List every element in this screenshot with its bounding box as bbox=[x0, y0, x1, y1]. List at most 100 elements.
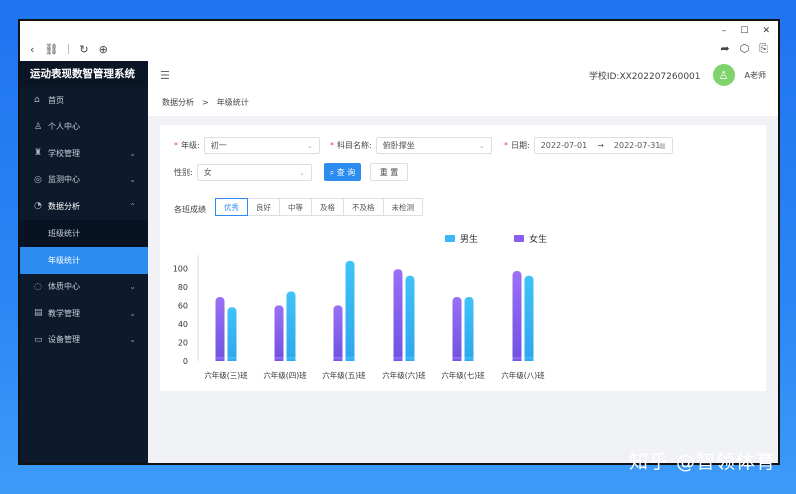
required-mark: * bbox=[330, 141, 334, 150]
globe-icon[interactable]: ⊕ bbox=[99, 43, 108, 56]
search-button[interactable]: ⌕ 查 询 bbox=[324, 163, 361, 181]
gender-value: 女 bbox=[203, 168, 212, 177]
grade-filter: * 年级: 初一 ⌄ bbox=[174, 137, 320, 154]
cube-icon[interactable]: ⬡ bbox=[740, 42, 750, 56]
device-icon: ▭ bbox=[34, 334, 43, 345]
sidebar-item-teaching[interactable]: ▤ 教学管理 ⌄ bbox=[20, 300, 148, 327]
school-id: 学校ID:XX202207260001 bbox=[588, 71, 701, 82]
required-mark: * bbox=[504, 141, 508, 150]
bar-series-2 bbox=[227, 307, 237, 361]
maximize-icon[interactable]: ☐ bbox=[740, 26, 748, 36]
bar-base bbox=[227, 357, 237, 361]
tab-medium[interactable]: 中等 bbox=[279, 198, 312, 216]
sidebar-item-label: 学校管理 bbox=[48, 148, 80, 158]
chevron-up-icon: ⌃ bbox=[129, 201, 136, 211]
subject-select[interactable]: 俯卧撑坐 ⌄ bbox=[375, 137, 492, 154]
legend-label: 男生 bbox=[460, 233, 478, 245]
bar-base bbox=[512, 357, 522, 361]
level-tabs: 优秀 良好 中等 及格 不及格 未检测 bbox=[215, 198, 423, 216]
chevron-down-icon: ⌄ bbox=[129, 335, 136, 345]
menu-collapse-icon[interactable]: ☰ bbox=[160, 69, 170, 82]
bar-base bbox=[215, 357, 225, 361]
extension-icon[interactable]: ⎘ bbox=[759, 42, 768, 56]
tab-pass[interactable]: 及格 bbox=[311, 198, 344, 216]
sidebar-item-school[interactable]: ♜ 学校管理 ⌄ bbox=[20, 140, 148, 167]
bar-series-2 bbox=[405, 275, 415, 361]
chevron-down-icon: ⌄ bbox=[478, 141, 485, 150]
home-icon: ⌂ bbox=[34, 95, 40, 106]
y-tick-label: 0 bbox=[183, 357, 188, 366]
gender-select[interactable]: 女 ⌄ bbox=[196, 164, 312, 181]
back-icon[interactable]: ‹ bbox=[30, 43, 34, 56]
watermark: 知乎 @智领体育 bbox=[628, 451, 776, 473]
grade-select[interactable]: 初一 ⌄ bbox=[203, 137, 320, 154]
sidebar-item-monitor[interactable]: ◎ 监测中心 ⌄ bbox=[20, 167, 148, 194]
chevron-down-icon: ⌄ bbox=[306, 141, 313, 150]
tab-good[interactable]: 良好 bbox=[247, 198, 280, 216]
avatar[interactable]: ♙ bbox=[712, 64, 735, 86]
x-tick-label: 六年级(四)班 bbox=[263, 370, 307, 380]
bar-base bbox=[274, 357, 284, 361]
bar-base bbox=[393, 357, 403, 361]
chevron-down-icon: ⌄ bbox=[129, 282, 136, 292]
sidebar-item-devices[interactable]: ▭ 设备管理 ⌄ bbox=[20, 327, 148, 354]
sidebar-subitem-class-stats[interactable]: 班级统计 bbox=[20, 219, 148, 247]
calendar-icon: ▦ bbox=[659, 141, 666, 150]
sidebar-item-label: 教学管理 bbox=[48, 308, 80, 318]
reset-button[interactable]: 重 置 bbox=[370, 163, 408, 181]
bar-series-1 bbox=[512, 271, 522, 361]
sidebar-item-analysis[interactable]: ◔ 数据分析 ⌃ bbox=[20, 193, 148, 220]
legend-swatch bbox=[445, 235, 455, 242]
required-mark: * bbox=[174, 141, 178, 150]
sidebar-item-label: 首页 bbox=[48, 95, 64, 105]
subject-filter: * 科目名称: 俯卧撑坐 ⌄ bbox=[330, 137, 492, 154]
x-tick-label: 六年级(八)班 bbox=[501, 370, 545, 380]
date-end: 2022-07-31 bbox=[613, 141, 661, 150]
link-icon[interactable]: ⛓ bbox=[44, 43, 58, 56]
sidebar: 运动表现数智管理系统 ⌂ 首页 ♙ 个人中心 ♜ 学校管理 ⌄ ◎ 监测中心 ⌄… bbox=[20, 61, 148, 463]
x-tick-label: 六年级(三)班 bbox=[204, 370, 248, 380]
sidebar-subitem-grade-stats[interactable]: 年级统计 bbox=[20, 246, 148, 274]
chevron-down-icon: ⌄ bbox=[129, 175, 136, 185]
x-tick-label: 六年级(五)班 bbox=[322, 370, 366, 380]
legend-label: 女生 bbox=[529, 233, 547, 245]
date-label: 日期: bbox=[511, 141, 530, 150]
tab-untested[interactable]: 未检测 bbox=[382, 198, 423, 216]
sidebar-item-label: 个人中心 bbox=[48, 122, 80, 132]
breadcrumb-parent[interactable]: 数据分析 bbox=[162, 97, 194, 108]
chevron-down-icon: ⌄ bbox=[129, 148, 136, 158]
book-icon: ▤ bbox=[34, 308, 43, 319]
refresh-icon[interactable]: ↻ bbox=[79, 43, 88, 56]
gender-label: 性别: bbox=[174, 168, 193, 177]
grade-label: 年级: bbox=[181, 141, 200, 150]
y-tick-label: 80 bbox=[178, 283, 188, 292]
bar-series-2 bbox=[345, 260, 355, 361]
bar-base bbox=[452, 357, 462, 361]
app-window: – ☐ ✕ ‹ ⛓ ↻ ⊕ ➦ ⬡ ⎘ 运动表现数智管理系统 ⌂ 首页 ♙ 个人… bbox=[18, 19, 780, 465]
sidebar-item-profile[interactable]: ♙ 个人中心 bbox=[20, 114, 148, 141]
bar-series-2 bbox=[464, 297, 474, 361]
sidebar-item-label: 设备管理 bbox=[48, 335, 80, 345]
main-content: * 年级: 初一 ⌄ * 科目名称: 俯卧撑坐 ⌄ * 日期: 2022-07-… bbox=[148, 117, 778, 463]
sidebar-item-home[interactable]: ⌂ 首页 bbox=[20, 87, 148, 114]
user-name[interactable]: A老师 bbox=[745, 70, 766, 81]
date-range-picker[interactable]: 2022-07-01 → 2022-07-31 ▦ bbox=[533, 137, 673, 154]
stats-card: * 年级: 初一 ⌄ * 科目名称: 俯卧撑坐 ⌄ * 日期: 2022-07-… bbox=[160, 125, 766, 391]
sidebar-item-fitness[interactable]: ◌ 体质中心 ⌄ bbox=[20, 274, 148, 301]
x-tick-label: 六年级(七)班 bbox=[441, 370, 485, 380]
y-tick-label: 20 bbox=[178, 338, 188, 347]
grade-bar-chart: 男生 女生 0 20 40 60 80 100 六年级(三)班 六年级(四)班 六年级(五)班 六年级… bbox=[173, 233, 547, 380]
date-start: 2022-07-01 bbox=[540, 141, 588, 150]
user-icon: ♙ bbox=[718, 68, 729, 82]
share-icon[interactable]: ➦ bbox=[720, 42, 729, 56]
bar-base bbox=[286, 357, 296, 361]
x-tick-label: 六年级(六)班 bbox=[382, 370, 426, 380]
sidebar-item-label: 监测中心 bbox=[48, 175, 80, 185]
legend-swatch bbox=[514, 235, 524, 242]
tab-fail[interactable]: 不及格 bbox=[343, 198, 384, 216]
bar-base bbox=[345, 357, 355, 361]
close-icon[interactable]: ✕ bbox=[762, 26, 770, 36]
user-icon: ♙ bbox=[34, 121, 43, 132]
tab-excellent[interactable]: 优秀 bbox=[215, 198, 248, 216]
minimize-icon[interactable]: – bbox=[722, 26, 727, 36]
